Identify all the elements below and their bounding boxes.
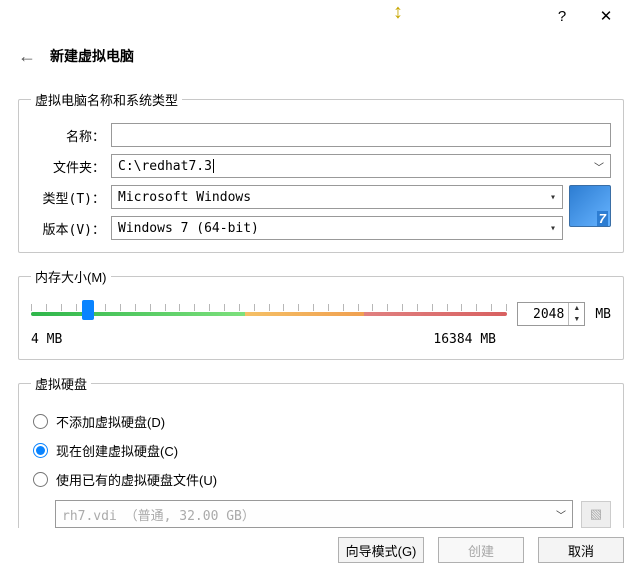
guided-mode-button[interactable]: 向导模式(G) (338, 537, 424, 563)
memory-min-label: 4 MB (31, 332, 62, 347)
resize-cursor-icon: ↕ (393, 2, 403, 22)
header: ← 新建虚拟电脑 (0, 32, 642, 80)
memory-input-wrap: ▲ ▼ (517, 302, 585, 326)
folder-combobox[interactable]: C:\redhat7.3 ﹀ (111, 154, 611, 178)
radio-no-disk-label: 不添加虚拟硬盘(D) (56, 412, 165, 431)
titlebar: ↕ ? ✕ (0, 0, 642, 32)
group-memory: 内存大小(M) ▲ ▼ MB 4 MB 16384 MB (18, 267, 624, 360)
memory-step-down[interactable]: ▼ (569, 314, 584, 325)
close-button[interactable]: ✕ (584, 7, 628, 25)
version-value: Windows 7 (64-bit) (118, 221, 259, 236)
radio-existing-disk[interactable]: 使用已有的虚拟硬盘文件(U) (31, 465, 611, 494)
radio-existing-disk-label: 使用已有的虚拟硬盘文件(U) (56, 470, 217, 489)
radio-no-disk[interactable]: 不添加虚拟硬盘(D) (31, 407, 611, 436)
memory-step-up[interactable]: ▲ (569, 303, 584, 314)
radio-create-disk[interactable]: 现在创建虚拟硬盘(C) (31, 436, 611, 465)
group-disk-legend: 虚拟硬盘 (31, 374, 91, 393)
memory-unit: MB (595, 307, 611, 322)
type-value: Microsoft Windows (118, 190, 251, 205)
memory-input[interactable] (518, 307, 568, 322)
browse-disk-button: ▧ (581, 501, 611, 528)
create-button: 创建 (438, 537, 524, 563)
group-name-systype: 虚拟电脑名称和系统类型 名称： 文件夹： C:\redhat7.3 ﹀ 类型(T… (18, 90, 624, 253)
name-label: 名称： (31, 126, 111, 145)
os-type-icon (569, 185, 611, 227)
folder-open-icon: ▧ (590, 506, 602, 522)
chevron-down-icon: ﹀ (594, 159, 604, 174)
help-button[interactable]: ? (540, 8, 584, 25)
radio-create-disk-label: 现在创建虚拟硬盘(C) (56, 441, 178, 460)
existing-disk-select: rh7.vdi （普通, 32.00 GB） ﹀ (55, 500, 573, 528)
version-select[interactable]: Windows 7 (64-bit) ▾ (111, 216, 563, 240)
type-label: 类型(T)： (31, 188, 111, 207)
chevron-down-icon: ▾ (550, 192, 556, 203)
footer: 向导模式(G) 创建 取消 (0, 528, 642, 572)
radio-existing-disk-input[interactable] (33, 472, 48, 487)
back-button[interactable]: ← (14, 46, 40, 67)
radio-no-disk-input[interactable] (33, 414, 48, 429)
folder-label: 文件夹： (31, 157, 111, 176)
memory-max-label: 16384 MB (433, 332, 496, 347)
group-disk: 虚拟硬盘 不添加虚拟硬盘(D) 现在创建虚拟硬盘(C) 使用已有的虚拟硬盘文件(… (18, 374, 624, 541)
memory-slider-thumb[interactable] (82, 300, 94, 320)
radio-create-disk-input[interactable] (33, 443, 48, 458)
folder-value: C:\redhat7.3 (118, 159, 214, 174)
chevron-down-icon: ▾ (550, 223, 556, 234)
version-label: 版本(V)： (31, 219, 111, 238)
type-select[interactable]: Microsoft Windows ▾ (111, 185, 563, 209)
group-memory-legend: 内存大小(M) (31, 267, 111, 286)
cancel-button[interactable]: 取消 (538, 537, 624, 563)
page-title: 新建虚拟电脑 (50, 46, 134, 66)
group-name-legend: 虚拟电脑名称和系统类型 (31, 90, 182, 109)
memory-slider[interactable] (31, 300, 507, 328)
chevron-down-icon: ﹀ (556, 507, 566, 522)
existing-disk-value: rh7.vdi （普通, 32.00 GB） (62, 505, 255, 524)
name-input[interactable] (111, 123, 611, 147)
